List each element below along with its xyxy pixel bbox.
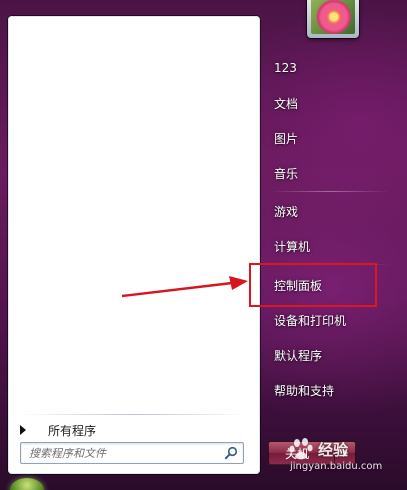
flower-icon [311, 0, 355, 34]
right-item-music[interactable]: 音乐 [266, 160, 398, 186]
programs-pane: 所有程序 [8, 16, 260, 474]
annotation-arrow-icon [121, 276, 248, 298]
right-item-games[interactable]: 游戏 [266, 198, 398, 224]
right-item-label: 音乐 [274, 166, 299, 181]
right-item-label: 默认程序 [274, 348, 323, 363]
shutdown-button[interactable]: 关机 [268, 441, 356, 465]
magnifier-icon[interactable] [224, 446, 238, 460]
right-item-user-folder[interactable]: 123 [266, 55, 398, 81]
right-item-label: 文档 [274, 96, 299, 111]
right-item-label: 帮助和支持 [274, 383, 335, 398]
right-item-label: 图片 [274, 131, 299, 146]
chevron-right-icon [342, 449, 348, 457]
all-programs-button[interactable]: 所有程序 [18, 419, 250, 441]
right-item-help-support[interactable]: 帮助和支持 [266, 377, 398, 403]
shutdown-options-button[interactable] [334, 442, 355, 464]
programs-divider [20, 414, 248, 415]
right-separator [270, 191, 390, 192]
right-item-label: 123 [274, 61, 297, 75]
shutdown-label: 关机 [285, 446, 310, 461]
user-avatar[interactable] [307, 0, 359, 38]
right-item-label: 游戏 [274, 204, 299, 219]
right-item-label: 设备和打印机 [274, 313, 347, 328]
search-box[interactable] [20, 442, 244, 464]
right-item-devices-printers[interactable]: 设备和打印机 [266, 307, 398, 333]
triangle-right-icon [20, 425, 26, 435]
right-item-documents[interactable]: 文档 [266, 90, 398, 116]
start-menu: 所有程序 123 文档 图片 音乐 游戏 计算机 控制面板 设备和打印机 默认程… [0, 0, 407, 490]
annotation-highlight-box [249, 263, 377, 307]
all-programs-label: 所有程序 [48, 423, 97, 438]
start-orb-button[interactable] [10, 478, 44, 490]
right-item-label: 计算机 [274, 239, 311, 254]
search-input[interactable] [21, 444, 219, 462]
right-item-default-programs[interactable]: 默认程序 [266, 342, 398, 368]
right-item-computer[interactable]: 计算机 [266, 233, 398, 259]
right-item-pictures[interactable]: 图片 [266, 125, 398, 151]
